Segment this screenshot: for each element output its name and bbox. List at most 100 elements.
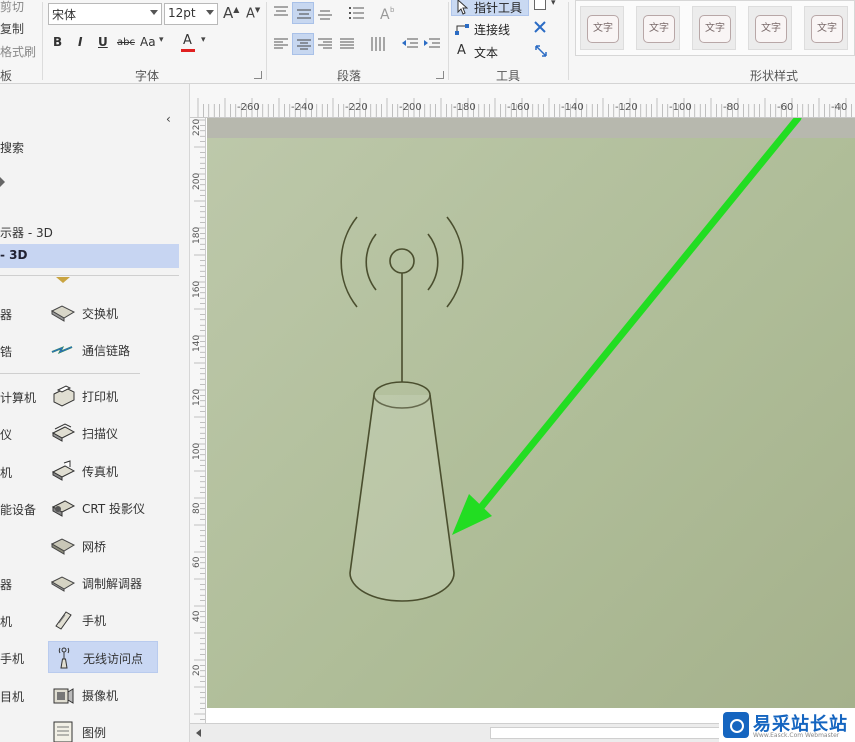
stencil-item-label[interactable]: 计算机 xyxy=(0,389,36,406)
cut-button[interactable]: 剪切 xyxy=(0,0,24,15)
stencil-item-label[interactable]: 机 xyxy=(0,464,12,481)
watermark-logo-icon xyxy=(723,712,749,738)
italic-button[interactable]: I xyxy=(78,35,82,49)
text-direction-button[interactable]: Ab xyxy=(376,2,398,24)
ruler-tick-label: 180 xyxy=(192,226,202,244)
stencil-item-label: CRT 投影仪 xyxy=(82,502,145,516)
text-tool-button[interactable]: A 文本 xyxy=(454,43,534,61)
ruler-tick-label: 200 xyxy=(192,172,202,190)
stencil-item-projector[interactable]: CRT 投影仪 xyxy=(48,492,158,524)
dialog-launcher-icon[interactable] xyxy=(254,71,262,79)
stencil-item-modem[interactable]: 调制解调器 xyxy=(48,567,158,599)
stencil-item-fax[interactable]: 传真机 xyxy=(48,455,158,487)
ruler-tick-label: -200 xyxy=(399,102,422,113)
printer-icon xyxy=(53,385,75,407)
drawing-canvas[interactable] xyxy=(207,118,855,708)
pointer-tool-label: 指针工具 xyxy=(474,1,523,15)
stencil-item-label[interactable]: 仪 xyxy=(0,426,12,443)
clipboard-group-label: 板 xyxy=(0,69,13,83)
close-icon[interactable] xyxy=(533,20,547,34)
rectangle-tool-icon[interactable] xyxy=(534,0,546,10)
stencil-item-camera[interactable]: 摄像机 xyxy=(48,679,158,711)
move-icon[interactable] xyxy=(533,43,549,59)
stencil-item-scanner[interactable]: 扫描仪 xyxy=(48,417,158,449)
shrink-font-icon[interactable]: A▼ xyxy=(246,6,260,21)
swatch-text: 文字 xyxy=(811,15,843,43)
align-bottom-button[interactable] xyxy=(314,2,336,24)
shape-style-swatch[interactable]: 文字 xyxy=(636,6,680,50)
align-center-button[interactable] xyxy=(292,33,314,55)
watermark-subtitle: Www.Easck.Com Webmaster xyxy=(753,732,840,739)
chevron-left-icon[interactable]: ‹ xyxy=(166,112,171,126)
align-top-button[interactable] xyxy=(270,2,292,24)
font-size-select[interactable]: 12pt xyxy=(164,3,218,25)
pointer-icon xyxy=(457,0,468,15)
change-case-button[interactable]: Aa xyxy=(140,35,156,49)
chevron-down-icon[interactable]: ▾ xyxy=(159,35,164,45)
ruler-tick-label: -100 xyxy=(669,102,692,113)
font-name-select[interactable]: 宋体 xyxy=(48,3,162,25)
shape-style-swatch[interactable]: 文字 xyxy=(692,6,736,50)
chevron-right-icon[interactable] xyxy=(0,177,5,187)
stencil-item-label: 交换机 xyxy=(82,307,119,321)
bold-button[interactable]: B xyxy=(53,35,62,49)
switch-icon xyxy=(50,305,76,322)
columns-button[interactable] xyxy=(367,33,389,55)
shape-style-swatch[interactable]: 文字 xyxy=(804,6,848,50)
stencil-item-comm-link[interactable]: 通信链路 xyxy=(48,334,158,366)
scroll-left-icon[interactable] xyxy=(196,729,201,737)
wireless-access-point-shape[interactable] xyxy=(340,216,464,602)
stencil-item-label[interactable]: 能设备 xyxy=(0,501,36,518)
align-right-button[interactable] xyxy=(314,33,336,55)
align-left-button[interactable] xyxy=(270,33,292,55)
pointer-tool-button[interactable]: 指针工具 xyxy=(451,0,529,16)
justify-button[interactable] xyxy=(336,33,358,55)
horizontal-ruler[interactable]: -260 -240 -220 -200 -180 -160 -140 -120 -100 -80 -… xyxy=(190,84,855,118)
chevron-down-icon[interactable]: ▾ xyxy=(201,35,206,45)
align-middle-button[interactable] xyxy=(292,2,314,24)
stencil-header[interactable]: 示器 - 3D xyxy=(0,224,53,241)
align-right-icon xyxy=(318,38,332,49)
ruler-tick-label: -120 xyxy=(615,102,638,113)
stencil-item-label: 调制解调器 xyxy=(82,577,143,591)
ruler-tick-label: -240 xyxy=(291,102,314,113)
copy-button[interactable]: 复制 xyxy=(0,20,24,37)
modem-icon xyxy=(50,576,76,592)
stencil-item-switch[interactable]: 交换机 xyxy=(48,297,158,329)
align-bottom-icon xyxy=(318,10,332,20)
stencil-item-label[interactable]: 目机 xyxy=(0,688,24,705)
vertical-ruler[interactable]: 220 200 180 160 140 120 100 80 60 40 20 xyxy=(190,118,206,723)
justify-icon xyxy=(340,38,354,49)
decrease-indent-button[interactable] xyxy=(398,33,420,55)
stencil-item-label[interactable]: 器 xyxy=(0,306,12,323)
stencil-item-label[interactable]: 锆 xyxy=(0,343,12,360)
dialog-launcher-icon[interactable] xyxy=(436,71,444,79)
stencil-item-label[interactable]: 手机 xyxy=(0,650,24,667)
ruler-tick-label: 220 xyxy=(192,118,202,136)
format-painter-button[interactable]: 格式刷 xyxy=(0,43,36,60)
grow-font-icon[interactable]: A▲ xyxy=(223,4,239,22)
stencil-item-legend[interactable]: 图例 xyxy=(48,716,158,742)
stencil-header-active[interactable]: - 3D xyxy=(0,244,179,268)
font-color-bar xyxy=(181,49,195,52)
font-color-letter: A xyxy=(183,33,192,48)
underline-button[interactable]: U xyxy=(98,35,108,49)
divider xyxy=(0,275,179,276)
shape-style-swatch[interactable]: 文字 xyxy=(748,6,792,50)
ruler-tick-label: 40 xyxy=(192,610,202,622)
stencil-item-bridge[interactable]: 网桥 xyxy=(48,530,158,562)
stencil-item-label[interactable]: 器 xyxy=(0,576,12,593)
stencil-item-wireless-ap[interactable]: 无线访问点 xyxy=(48,641,158,673)
increase-indent-button[interactable] xyxy=(420,33,442,55)
search-label[interactable]: 搜索 xyxy=(0,139,24,156)
shape-style-swatch[interactable]: 文字 xyxy=(580,6,624,50)
cellphone-icon xyxy=(55,611,72,630)
font-color-button[interactable]: A xyxy=(180,33,198,53)
stencil-item-cellphone[interactable]: 手机 xyxy=(48,604,158,636)
bullets-button[interactable] xyxy=(345,2,367,24)
strikethrough-button[interactable]: abc xyxy=(117,37,135,48)
connector-tool-button[interactable]: 连接线 xyxy=(454,20,534,38)
chevron-down-icon[interactable]: ▾ xyxy=(551,0,556,8)
stencil-item-printer[interactable]: 打印机 xyxy=(48,380,158,412)
stencil-item-label[interactable]: 机 xyxy=(0,613,12,630)
